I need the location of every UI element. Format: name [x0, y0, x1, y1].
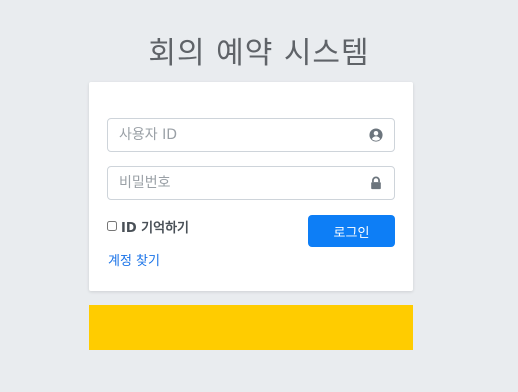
- user-id-input[interactable]: [108, 119, 394, 151]
- page-title: 회의 예약 시스템: [148, 36, 370, 71]
- password-input[interactable]: [108, 167, 394, 199]
- login-button[interactable]: 로그인: [308, 215, 395, 247]
- user-id-field: [107, 118, 395, 152]
- find-account-link[interactable]: 계정 찾기: [108, 250, 160, 269]
- remember-id: ID 기억하기: [107, 217, 189, 236]
- user-circle-icon: [369, 128, 383, 142]
- login-card: ID 기억하기 로그인 계정 찾기: [89, 82, 413, 291]
- password-field: [107, 166, 395, 200]
- remember-id-checkbox[interactable]: [107, 221, 117, 231]
- lock-icon: [371, 176, 381, 190]
- notice-bar: [89, 305, 413, 350]
- remember-id-label[interactable]: ID 기억하기: [121, 217, 189, 236]
